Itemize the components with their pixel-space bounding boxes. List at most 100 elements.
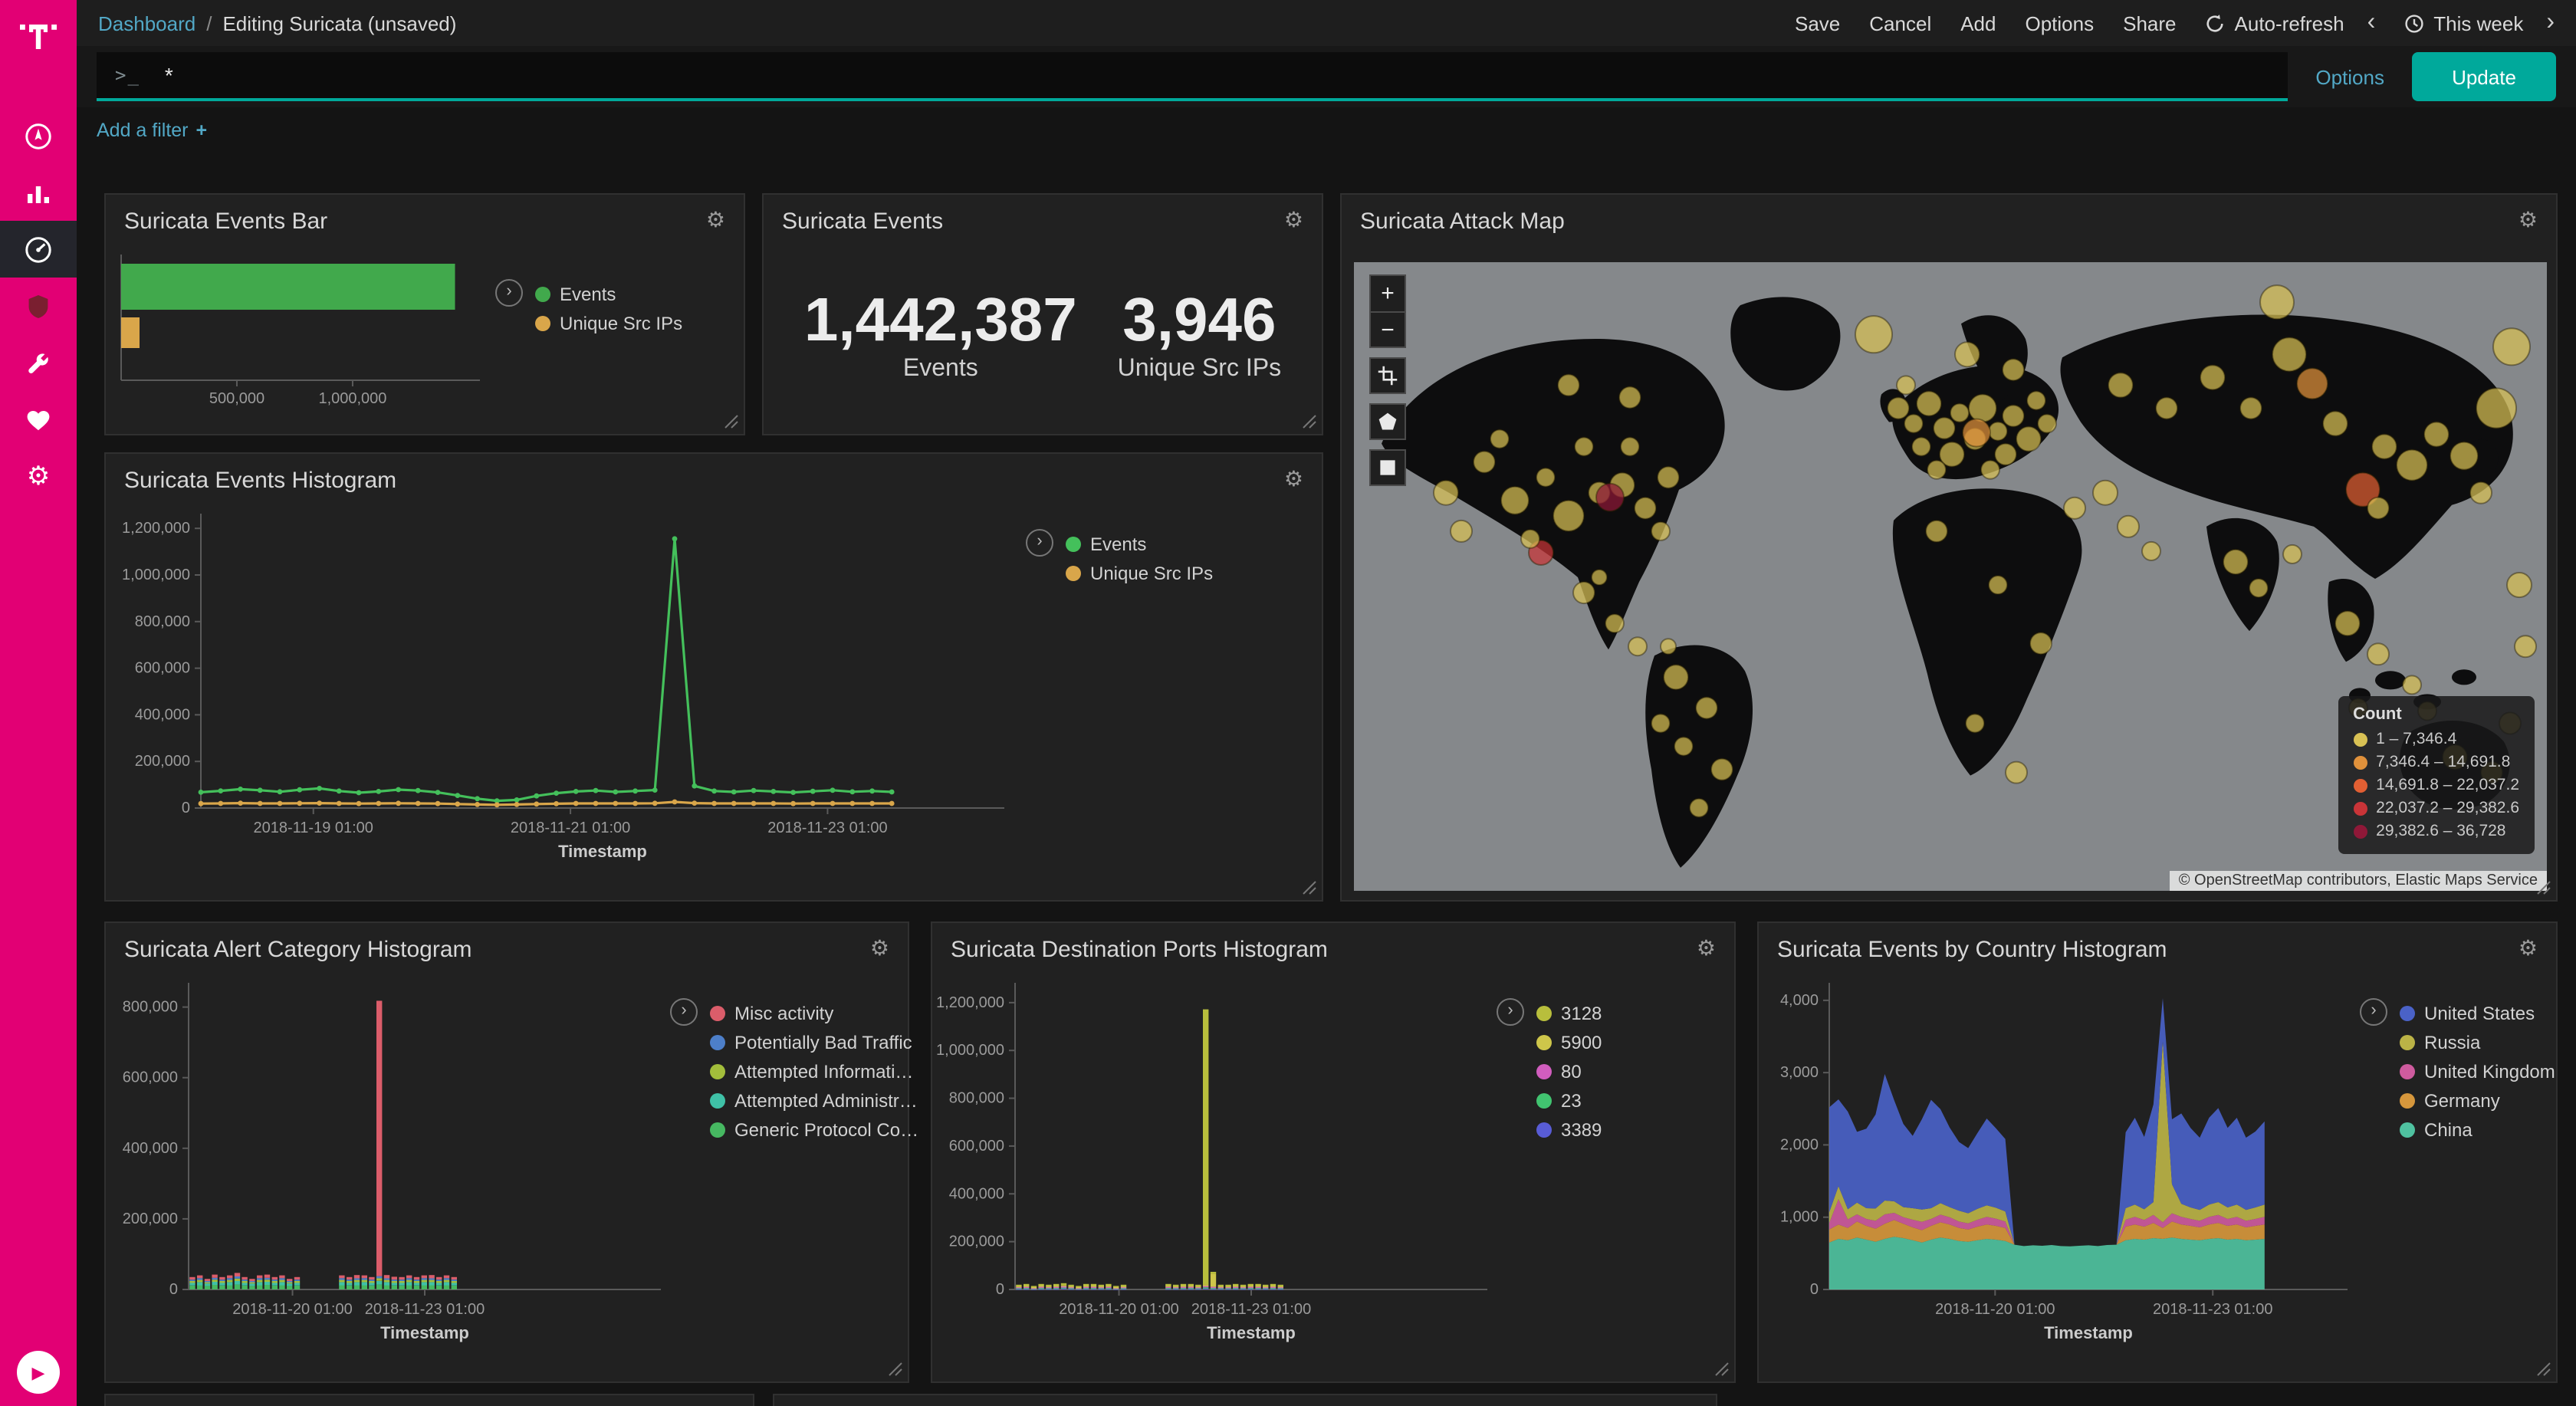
map-legend-row: 29,382.6 – 36,728 (2353, 820, 2519, 843)
panel-suricata-events-metric: Suricata Events ⚙ 1,442,387 Events 3,946… (762, 193, 1323, 435)
legend-item[interactable]: China (2400, 1119, 2555, 1140)
cancel-button[interactable]: Cancel (1869, 11, 1931, 34)
legend-item[interactable]: 3389 (1536, 1119, 1602, 1140)
sidebar-item-devtools[interactable] (0, 334, 77, 391)
plus-icon[interactable]: + (196, 120, 208, 141)
time-range-button[interactable]: This week (2404, 11, 2523, 34)
svg-text:600,000: 600,000 (123, 1069, 178, 1086)
sidebar-item-management[interactable]: ⚙ (0, 448, 77, 504)
legend-item[interactable]: 80 (1536, 1060, 1602, 1082)
svg-text:1,200,000: 1,200,000 (122, 520, 190, 537)
auto-refresh-button[interactable]: Auto-refresh (2206, 11, 2344, 34)
legend-item[interactable]: Germany (2400, 1089, 2555, 1111)
svg-text:0: 0 (182, 800, 190, 816)
chart-svg: 01,0002,0003,0004,0002018-11-20 01:00201… (1759, 974, 2360, 1357)
panel-title: Suricata Attack Map (1360, 209, 1565, 235)
legend-item[interactable]: 23 (1536, 1089, 1602, 1111)
svg-text:800,000: 800,000 (123, 999, 178, 1016)
map-zoom-in-button[interactable]: + (1369, 274, 1406, 311)
panel-resize-handle[interactable] (888, 1362, 903, 1377)
dashboard-gauge-icon (23, 234, 54, 264)
nav-collapse-button[interactable]: ▶ (17, 1351, 60, 1394)
sidebar-item-dashboard[interactable] (0, 221, 77, 278)
svg-text:2,000: 2,000 (1780, 1136, 1819, 1153)
panel-resize-handle[interactable] (1302, 414, 1317, 429)
panel-options-gear-icon[interactable]: ⚙ (2518, 937, 2538, 960)
map-rectangle-tool-button[interactable] (1369, 449, 1406, 486)
map-zoom-out-button[interactable]: − (1369, 311, 1406, 348)
legend-item[interactable]: 5900 (1536, 1031, 1602, 1053)
t-mobile-logo[interactable] (0, 0, 77, 74)
panel-resize-handle[interactable] (724, 414, 739, 429)
query-input[interactable]: >_ * (97, 52, 2288, 101)
sidebar-item-discover[interactable] (0, 107, 77, 164)
legend-expand-button[interactable]: › (1497, 998, 1524, 1026)
legend-item[interactable]: Attempted Administr… (710, 1089, 918, 1111)
svg-text:500,000: 500,000 (209, 390, 264, 407)
legend-item[interactable]: 3128 (1536, 1002, 1602, 1023)
panel-title: Suricata Events by Country Histogram (1777, 937, 2167, 963)
breadcrumb-separator: / (206, 11, 212, 34)
legend-expand-button[interactable]: › (670, 998, 698, 1026)
legend-expand-button[interactable]: › (2360, 998, 2387, 1026)
svg-text:2018-11-20 01:00: 2018-11-20 01:00 (232, 1301, 352, 1318)
save-button[interactable]: Save (1795, 11, 1840, 34)
legend-item[interactable]: Events (535, 283, 682, 304)
panel-options-gear-icon[interactable]: ⚙ (1284, 209, 1303, 232)
svg-text:Timestamp: Timestamp (2044, 1323, 2133, 1342)
filter-bar: Add a filter + (77, 107, 2576, 153)
panel-options-gear-icon[interactable]: ⚙ (2518, 209, 2538, 232)
t-logo-icon (18, 20, 58, 54)
svg-text:Timestamp: Timestamp (1207, 1323, 1296, 1342)
legend-item[interactable]: Generic Protocol Co… (710, 1119, 918, 1140)
query-prompt-icon: >_ (115, 64, 140, 86)
update-button[interactable]: Update (2412, 52, 2556, 101)
legend-item[interactable]: Attempted Informati… (710, 1060, 918, 1082)
panel-resize-handle[interactable] (1302, 880, 1317, 895)
panel-resize-handle[interactable] (2536, 880, 2551, 895)
legend-item[interactable]: Russia (2400, 1031, 2555, 1053)
map-legend: Count 1 – 7,346.47,346.4 – 14,691.814,69… (2338, 696, 2535, 854)
panel-resize-handle[interactable] (2536, 1362, 2551, 1377)
sidebar-item-suricata[interactable] (0, 278, 77, 334)
svg-text:1,200,000: 1,200,000 (936, 994, 1004, 1011)
panel-title: Suricata Alert Category Histogram (124, 937, 472, 963)
panel-options-gear-icon[interactable]: ⚙ (1284, 468, 1303, 491)
query-bar: >_ * Options Update (77, 46, 2576, 107)
map-crop-tool-button[interactable] (1369, 357, 1406, 394)
time-next-button[interactable]: › (2546, 11, 2555, 35)
panel-options-gear-icon[interactable]: ⚙ (1697, 937, 1716, 960)
add-button[interactable]: Add (1960, 11, 1996, 34)
svg-text:1,000,000: 1,000,000 (318, 390, 386, 407)
attack-map[interactable]: + − (1354, 262, 2547, 891)
panel-resize-handle[interactable] (1714, 1362, 1730, 1377)
legend-item[interactable]: Misc activity (710, 1002, 918, 1023)
time-prev-button[interactable]: ‹ (2367, 11, 2376, 35)
svg-text:400,000: 400,000 (949, 1185, 1004, 1202)
sidebar-item-visualize[interactable] (0, 164, 77, 221)
legend-item[interactable]: Unique Src IPs (1066, 562, 1213, 583)
panel-options-gear-icon[interactable]: ⚙ (706, 209, 725, 232)
legend-item[interactable]: United States (2400, 1002, 2555, 1023)
share-button[interactable]: Share (2123, 11, 2176, 34)
sidebar-item-monitoring[interactable] (0, 391, 77, 448)
gear-icon: ⚙ (27, 463, 51, 489)
breadcrumb-dashboard-link[interactable]: Dashboard (98, 11, 196, 34)
legend-item[interactable]: Potentially Bad Traffic (710, 1031, 918, 1053)
legend-item[interactable]: Unique Src IPs (535, 312, 682, 333)
svg-text:200,000: 200,000 (135, 753, 190, 770)
sidebar: ⚙ ▶ (0, 0, 77, 1406)
query-options-link[interactable]: Options (2315, 65, 2384, 88)
alert-category-chart: 0200,000400,000600,000800,0002018-11-20 … (106, 974, 670, 1357)
map-polygon-tool-button[interactable] (1369, 403, 1406, 440)
add-filter-link[interactable]: Add a filter (97, 120, 189, 141)
panel-title: Suricata Events Bar (124, 209, 327, 235)
legend-item[interactable]: Events (1066, 533, 1213, 554)
panel-options-gear-icon[interactable]: ⚙ (870, 937, 889, 960)
legend-item[interactable]: United Kingdom (2400, 1060, 2555, 1082)
options-button[interactable]: Options (2026, 11, 2095, 34)
svg-text:2018-11-20 01:00: 2018-11-20 01:00 (1935, 1301, 2055, 1318)
legend-expand-button[interactable]: › (1026, 529, 1053, 557)
metric-label: Events (804, 356, 1077, 383)
legend-expand-button[interactable]: › (495, 279, 523, 307)
